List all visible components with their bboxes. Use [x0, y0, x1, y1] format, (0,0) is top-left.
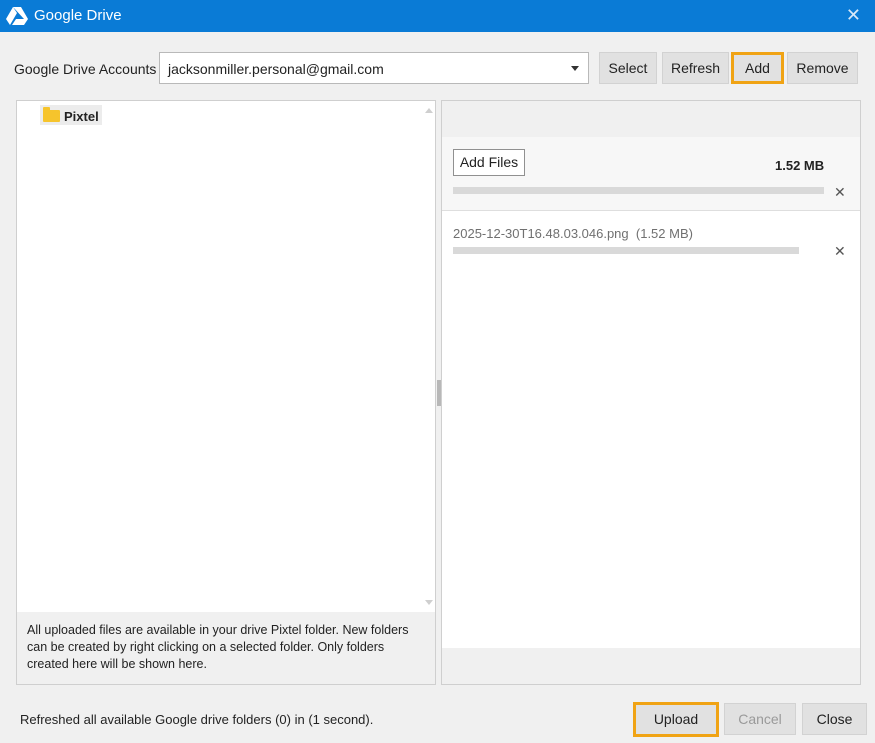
- file-size: (1.52 MB): [635, 226, 693, 241]
- total-size: 1.52 MB: [775, 158, 825, 173]
- tree-folder-pixtel[interactable]: Pixtel: [40, 105, 102, 125]
- account-dropdown-value: jacksonmiller.personal@gmail.com: [168, 61, 384, 77]
- remove-file-icon[interactable]: ✕: [834, 244, 846, 258]
- scroll-down-arrow-icon[interactable]: [425, 600, 433, 605]
- status-text: Refreshed all available Google drive fol…: [20, 712, 374, 727]
- account-dropdown[interactable]: jacksonmiller.personal@gmail.com: [159, 52, 589, 84]
- add-account-button[interactable]: Add: [731, 52, 784, 84]
- cancel-button[interactable]: Cancel: [724, 703, 796, 735]
- file-name: 2025-12-30T16.48.03.046.png: [453, 226, 629, 241]
- title-bar: Google Drive ✕: [0, 0, 875, 32]
- scroll-up-arrow-icon[interactable]: [425, 108, 433, 113]
- upload-panel-header: [442, 101, 860, 137]
- chevron-down-icon[interactable]: [571, 66, 579, 71]
- select-button[interactable]: Select: [599, 52, 657, 84]
- folder-icon: [43, 107, 60, 122]
- close-button[interactable]: Close: [802, 703, 867, 735]
- close-icon[interactable]: ✕: [846, 6, 861, 24]
- upload-button[interactable]: Upload: [633, 702, 719, 737]
- total-progress-bar: [453, 187, 824, 194]
- refresh-button[interactable]: Refresh: [662, 52, 729, 84]
- clear-all-icon[interactable]: ✕: [834, 185, 846, 199]
- folder-name: Pixtel: [64, 108, 99, 124]
- add-files-button[interactable]: Add Files: [453, 149, 525, 176]
- file-progress-bar: [453, 247, 799, 254]
- remove-button[interactable]: Remove: [787, 52, 858, 84]
- info-text: All uploaded files are available in your…: [17, 612, 435, 684]
- google-drive-icon: [6, 7, 28, 25]
- upload-file-item: 2025-12-30T16.48.03.046.png (1.52 MB): [453, 226, 693, 241]
- folder-tree-panel: [16, 100, 436, 685]
- accounts-label: Google Drive Accounts: [14, 61, 157, 77]
- upload-panel-footer: [442, 648, 860, 684]
- window-title: Google Drive: [34, 7, 122, 24]
